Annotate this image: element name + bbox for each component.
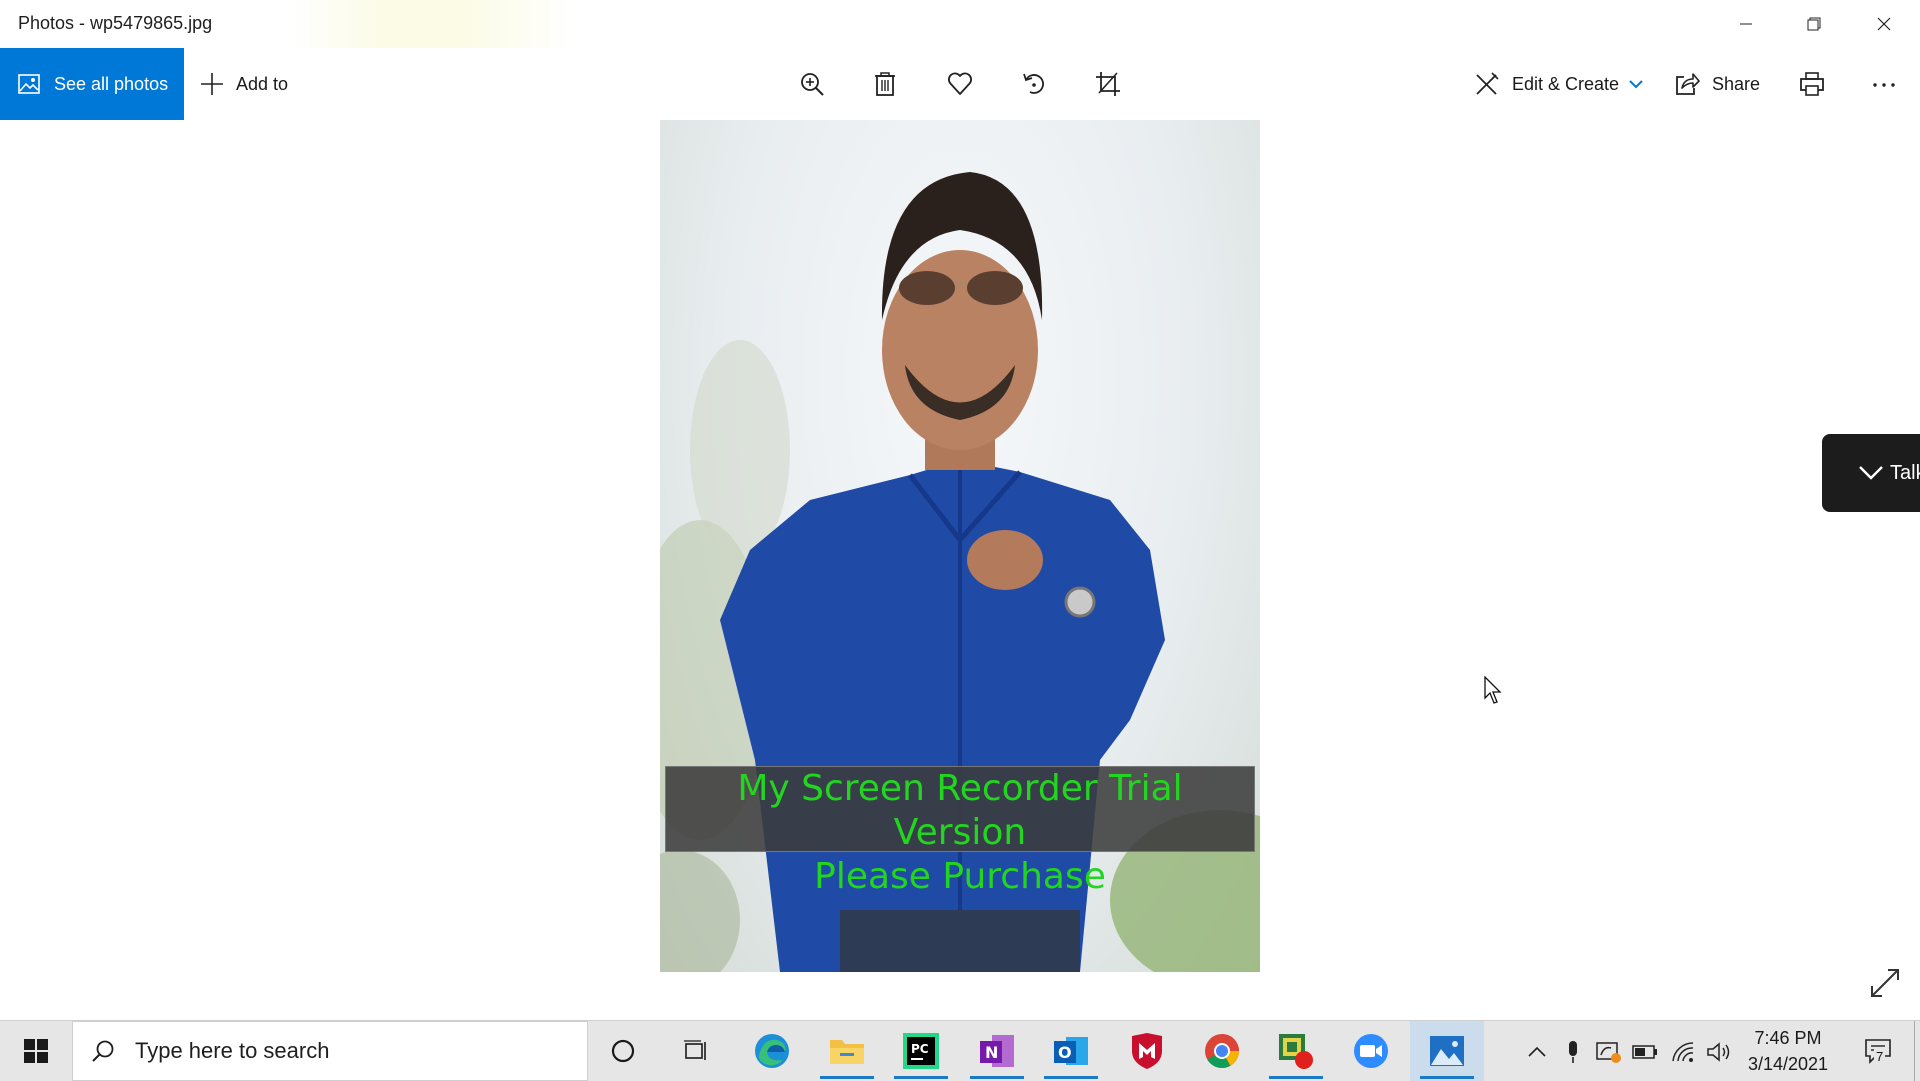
rotate-icon	[1023, 73, 1044, 94]
photo-viewer-image[interactable]: My Screen Recorder Trial Version Please …	[660, 120, 1260, 972]
onenote-icon: N	[980, 1035, 1014, 1067]
close-icon	[1877, 17, 1891, 31]
taskbar-mcafee[interactable]	[1110, 1021, 1184, 1081]
add-to-button[interactable]: Add to	[200, 48, 288, 120]
chevron-down-icon	[1859, 466, 1883, 480]
taskbar-onenote[interactable]: N	[960, 1021, 1034, 1081]
task-view-icon	[684, 1040, 706, 1060]
taskbar-chrome[interactable]	[1185, 1021, 1259, 1081]
svg-text:O: O	[1058, 1043, 1072, 1062]
tray-defender[interactable]	[1596, 1039, 1622, 1065]
defender-icon	[1596, 1042, 1621, 1063]
search-placeholder: Type here to search	[135, 1038, 330, 1063]
cortana-button[interactable]	[586, 1021, 660, 1081]
file-explorer-icon	[830, 1040, 864, 1064]
fullscreen-expand-icon[interactable]	[1868, 966, 1902, 1000]
svg-text:PC: PC	[911, 1042, 929, 1056]
search-icon	[92, 1040, 114, 1062]
outlook-icon: O	[1054, 1037, 1088, 1065]
edit-create-label: Edit & Create	[1512, 73, 1620, 94]
title-bar: Photos - wp5479865.jpg	[0, 0, 1920, 48]
see-all-photos-button[interactable]: See all photos	[0, 48, 184, 120]
notification-count: 7	[1874, 1049, 1886, 1064]
watermark-line-1: My Screen Recorder Trial Version	[737, 768, 1183, 853]
add-to-label: Add to	[236, 73, 289, 94]
windows-logo-icon	[24, 1039, 48, 1063]
show-desktop-button[interactable]	[1914, 1021, 1920, 1081]
rotate-button[interactable]	[1018, 68, 1050, 100]
taskbar-file-explorer[interactable]	[810, 1021, 884, 1081]
favorite-icon	[948, 72, 972, 95]
trial-watermark: My Screen Recorder Trial Version Please …	[665, 766, 1255, 897]
wifi-icon	[1672, 1042, 1694, 1062]
restore-button[interactable]	[1780, 0, 1848, 48]
taskbar-outlook[interactable]: O	[1034, 1021, 1108, 1081]
zoom-button[interactable]	[796, 68, 828, 100]
task-view-button[interactable]	[660, 1021, 734, 1081]
mcafee-icon	[1132, 1033, 1162, 1069]
mouse-cursor-icon	[1484, 676, 1502, 704]
tray-wifi[interactable]	[1670, 1039, 1696, 1065]
share-button[interactable]: Share	[1674, 48, 1760, 120]
zoom-icon	[1354, 1034, 1388, 1068]
favorite-button[interactable]	[944, 68, 976, 100]
plus-icon	[201, 73, 223, 95]
tray-battery[interactable]	[1632, 1039, 1658, 1065]
system-clock[interactable]: 7:46 PM 3/14/2021	[1736, 1025, 1840, 1077]
share-icon	[1676, 73, 1700, 95]
crop-button[interactable]	[1092, 68, 1124, 100]
microphone-icon	[1569, 1041, 1577, 1063]
close-button[interactable]	[1850, 0, 1918, 48]
pycharm-icon: PC	[903, 1033, 939, 1069]
talk-panel-tab[interactable]: Talk	[1822, 434, 1920, 512]
minimize-icon	[1740, 23, 1752, 25]
chevron-up-icon	[1528, 1046, 1546, 1057]
action-center-button[interactable]: 7	[1848, 1021, 1908, 1081]
restore-icon	[1807, 17, 1821, 31]
taskbar-zoom[interactable]	[1334, 1021, 1408, 1081]
photos-icon	[1430, 1036, 1464, 1066]
volume-icon	[1707, 1042, 1730, 1062]
edit-create-icon	[1476, 72, 1499, 95]
talk-label: Talk	[1890, 461, 1920, 484]
taskbar-photos[interactable]	[1410, 1021, 1484, 1081]
zoom-icon	[801, 73, 824, 96]
chrome-icon	[1205, 1034, 1239, 1068]
window-title: Photos - wp5479865.jpg	[18, 13, 213, 33]
delete-icon	[875, 72, 895, 96]
taskbar: Type here to search PC N O 7:46 PM 3/14/…	[0, 1020, 1920, 1081]
minimize-button[interactable]	[1712, 0, 1780, 48]
taskbar-edge[interactable]	[735, 1021, 809, 1081]
taskbar-pycharm[interactable]: PC	[884, 1021, 958, 1081]
chevron-down-icon	[1629, 80, 1643, 89]
print-button[interactable]	[1796, 68, 1828, 100]
start-button[interactable]	[0, 1021, 72, 1081]
taskbar-screen-recorder[interactable]	[1259, 1021, 1333, 1081]
edge-icon	[755, 1034, 789, 1068]
crop-icon	[1096, 72, 1120, 96]
tray-microphone[interactable]	[1560, 1039, 1586, 1065]
recorder-icon	[1279, 1034, 1313, 1069]
watermark-line-2: Please Purchase	[814, 856, 1106, 897]
svg-text:N: N	[985, 1043, 998, 1062]
delete-button[interactable]	[869, 68, 901, 100]
see-all-photos-label: See all photos	[54, 73, 169, 94]
more-button[interactable]	[1868, 68, 1900, 100]
share-label: Share	[1712, 73, 1761, 94]
clock-time: 7:46 PM	[1754, 1028, 1822, 1048]
toolbar: See all photos Add to Edit & Create Shar…	[0, 48, 1920, 120]
cortana-icon	[611, 1039, 635, 1063]
battery-icon	[1632, 1045, 1657, 1059]
more-icon	[1873, 83, 1895, 87]
photo-gallery-icon	[18, 74, 40, 94]
edit-create-button[interactable]: Edit & Create	[1474, 48, 1655, 120]
print-icon	[1800, 72, 1824, 96]
tray-overflow[interactable]	[1524, 1039, 1550, 1065]
tray-volume[interactable]	[1706, 1039, 1732, 1065]
clock-date: 3/14/2021	[1747, 1054, 1829, 1074]
taskbar-search-box[interactable]: Type here to search	[72, 1021, 588, 1081]
